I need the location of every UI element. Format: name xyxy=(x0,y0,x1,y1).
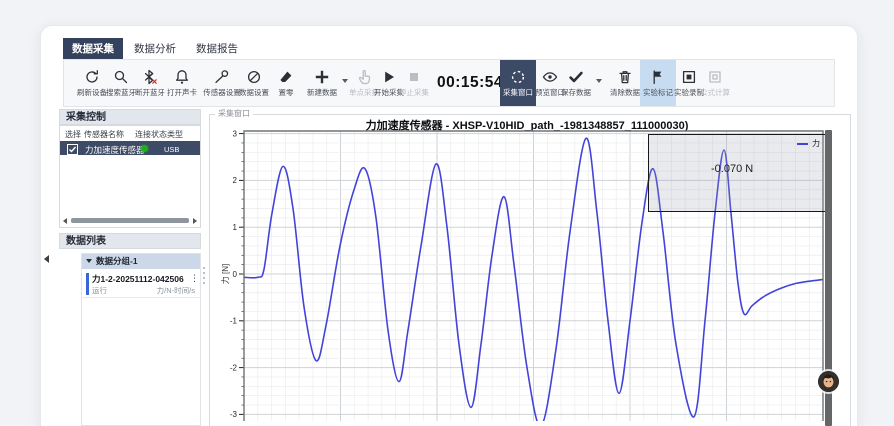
disconnect-bluetooth-button[interactable]: 断开蓝牙 xyxy=(133,60,167,106)
item-accent-bar xyxy=(86,273,89,295)
toolbar: 刷新设备搜索蓝牙断开蓝牙打开声卡传感器设置数据设置置零新建数据单点采集开始采集停… xyxy=(63,59,835,107)
tab-data-report[interactable]: 数据报告 xyxy=(187,38,247,59)
y-tick-label: -3 xyxy=(230,410,238,419)
button-label: 公式计算 xyxy=(700,87,730,98)
play-icon xyxy=(381,69,397,85)
check-icon xyxy=(568,69,584,85)
dropdown-caret-icon[interactable] xyxy=(596,79,602,83)
acquisition-timer: 00:15:54 xyxy=(436,60,504,106)
bluetooth-search-icon xyxy=(113,69,129,85)
eye-icon xyxy=(542,69,558,85)
scroll-right-icon[interactable] xyxy=(193,218,197,224)
y-tick-label: 1 xyxy=(233,223,238,232)
item-signal: 力/N-时间/s xyxy=(157,285,195,296)
button-label: 传感器设置 xyxy=(203,87,241,98)
sensor-type: USB xyxy=(164,145,179,154)
clear-data-button[interactable]: 清除数据 xyxy=(608,60,642,106)
button-label: 数据设置 xyxy=(239,87,269,98)
sensor-table: 选择传感器名称连接状态类型 力加速度传感器 USB xyxy=(59,125,201,228)
y-tick-label: 0 xyxy=(233,270,238,279)
sensor-table-header: 选择传感器名称连接状态类型 xyxy=(60,126,200,142)
button-label: 置零 xyxy=(279,87,294,98)
flag-icon xyxy=(650,69,666,85)
status-dot-icon xyxy=(141,145,148,152)
app-window: 数据采集数据分析数据报告 刷新设备搜索蓝牙断开蓝牙打开声卡传感器设置数据设置置零… xyxy=(40,25,858,426)
sensor-name: 力加速度传感器 xyxy=(85,144,145,156)
y-tick-label: -2 xyxy=(230,363,238,372)
data-group: 数据分组-1 力1-2-20251112-042506 运行 力/N-时间/s … xyxy=(81,253,201,426)
item-menu-icon[interactable]: ⋮ xyxy=(190,273,199,284)
save-data-button[interactable]: 保存数据 xyxy=(559,60,593,106)
square-icon xyxy=(707,69,723,85)
stop-icon xyxy=(406,69,422,85)
bluetooth-disconnect-icon xyxy=(142,69,158,85)
column-header: 选择 xyxy=(65,129,81,140)
y-tick-label: 3 xyxy=(233,129,238,138)
button-label: 停止采集 xyxy=(399,87,429,98)
column-header: 传感器名称 xyxy=(84,129,124,140)
checkbox[interactable] xyxy=(67,144,78,155)
experiment-mark-button[interactable]: 实验标记 xyxy=(640,60,676,106)
screen: { "tabs": [ {"id": "data-acquisition", "… xyxy=(0,0,894,420)
item-title: 力1-2-20251112-042506 xyxy=(92,273,184,285)
button-label: 保存数据 xyxy=(561,87,591,98)
data-list-header: 数据列表 xyxy=(59,233,201,249)
person-face-icon xyxy=(818,371,839,392)
sound-card-icon xyxy=(174,69,190,85)
button-label: 搜索蓝牙 xyxy=(106,87,136,98)
tab-bar: 数据采集数据分析数据报告 xyxy=(63,38,247,59)
legend-label: 力 xyxy=(812,138,820,149)
dashed-circle-icon xyxy=(510,69,526,85)
scroll-left-icon[interactable] xyxy=(63,218,67,224)
item-status: 运行 xyxy=(92,285,107,296)
tab-data-acquisition[interactable]: 数据采集 xyxy=(63,38,123,59)
refresh-icon xyxy=(84,69,100,85)
chart-legend: 力 xyxy=(797,138,820,149)
new-data-button[interactable]: 新建数据 xyxy=(305,60,339,106)
tab-data-analysis[interactable]: 数据分析 xyxy=(125,38,185,59)
assistant-avatar[interactable] xyxy=(818,371,839,392)
button-label: 实验标记 xyxy=(643,87,673,98)
button-label: 清除数据 xyxy=(610,87,640,98)
legend-line-swatch xyxy=(797,143,808,145)
horizontal-scrollbar[interactable] xyxy=(63,217,197,224)
acquisition-window-button[interactable]: 采集窗口 xyxy=(500,60,536,106)
scrollbar-thumb[interactable] xyxy=(71,218,189,223)
button-label: 打开声卡 xyxy=(167,87,197,98)
open-soundcard-button[interactable]: 打开声卡 xyxy=(165,60,199,106)
y-axis-label: 力 [N] xyxy=(220,264,230,284)
cursor-value-label: -0.070 N xyxy=(711,163,753,175)
list-item[interactable]: 力1-2-20251112-042506 运行 力/N-时间/s ⋮ xyxy=(82,271,200,298)
data-group-label: 数据分组-1 xyxy=(96,256,138,266)
plus-icon xyxy=(314,69,330,85)
eraser-icon xyxy=(278,69,294,85)
formula-calc-button[interactable]: 公式计算 xyxy=(698,60,732,106)
y-tick-label: 2 xyxy=(233,176,238,185)
button-label: 新建数据 xyxy=(307,87,337,98)
set-zero-button[interactable]: 置零 xyxy=(269,60,303,106)
button-label: 断开蓝牙 xyxy=(135,87,165,98)
record-square-icon xyxy=(681,69,697,85)
check-icon xyxy=(68,145,77,154)
y-tick-label: -1 xyxy=(230,317,238,326)
column-header: 连接状态 xyxy=(135,129,167,140)
hand-point-icon xyxy=(356,69,372,85)
sensor-row[interactable]: 力加速度传感器 USB xyxy=(60,141,200,155)
trash-icon xyxy=(617,69,633,85)
data-group-header[interactable]: 数据分组-1 xyxy=(82,254,200,269)
circle-slash-icon xyxy=(246,69,262,85)
button-label: 刷新设备 xyxy=(77,87,107,98)
column-header: 类型 xyxy=(167,129,183,140)
stop-acquisition-button[interactable]: 停止采集 xyxy=(397,60,431,106)
data-settings-button[interactable]: 数据设置 xyxy=(237,60,271,106)
panel-collapse-icon[interactable] xyxy=(44,255,49,263)
sensor-settings-icon xyxy=(214,69,230,85)
acquisition-control-header: 采集控制 xyxy=(59,109,201,125)
button-label: 采集窗口 xyxy=(503,87,533,98)
chevron-down-icon xyxy=(86,259,92,263)
